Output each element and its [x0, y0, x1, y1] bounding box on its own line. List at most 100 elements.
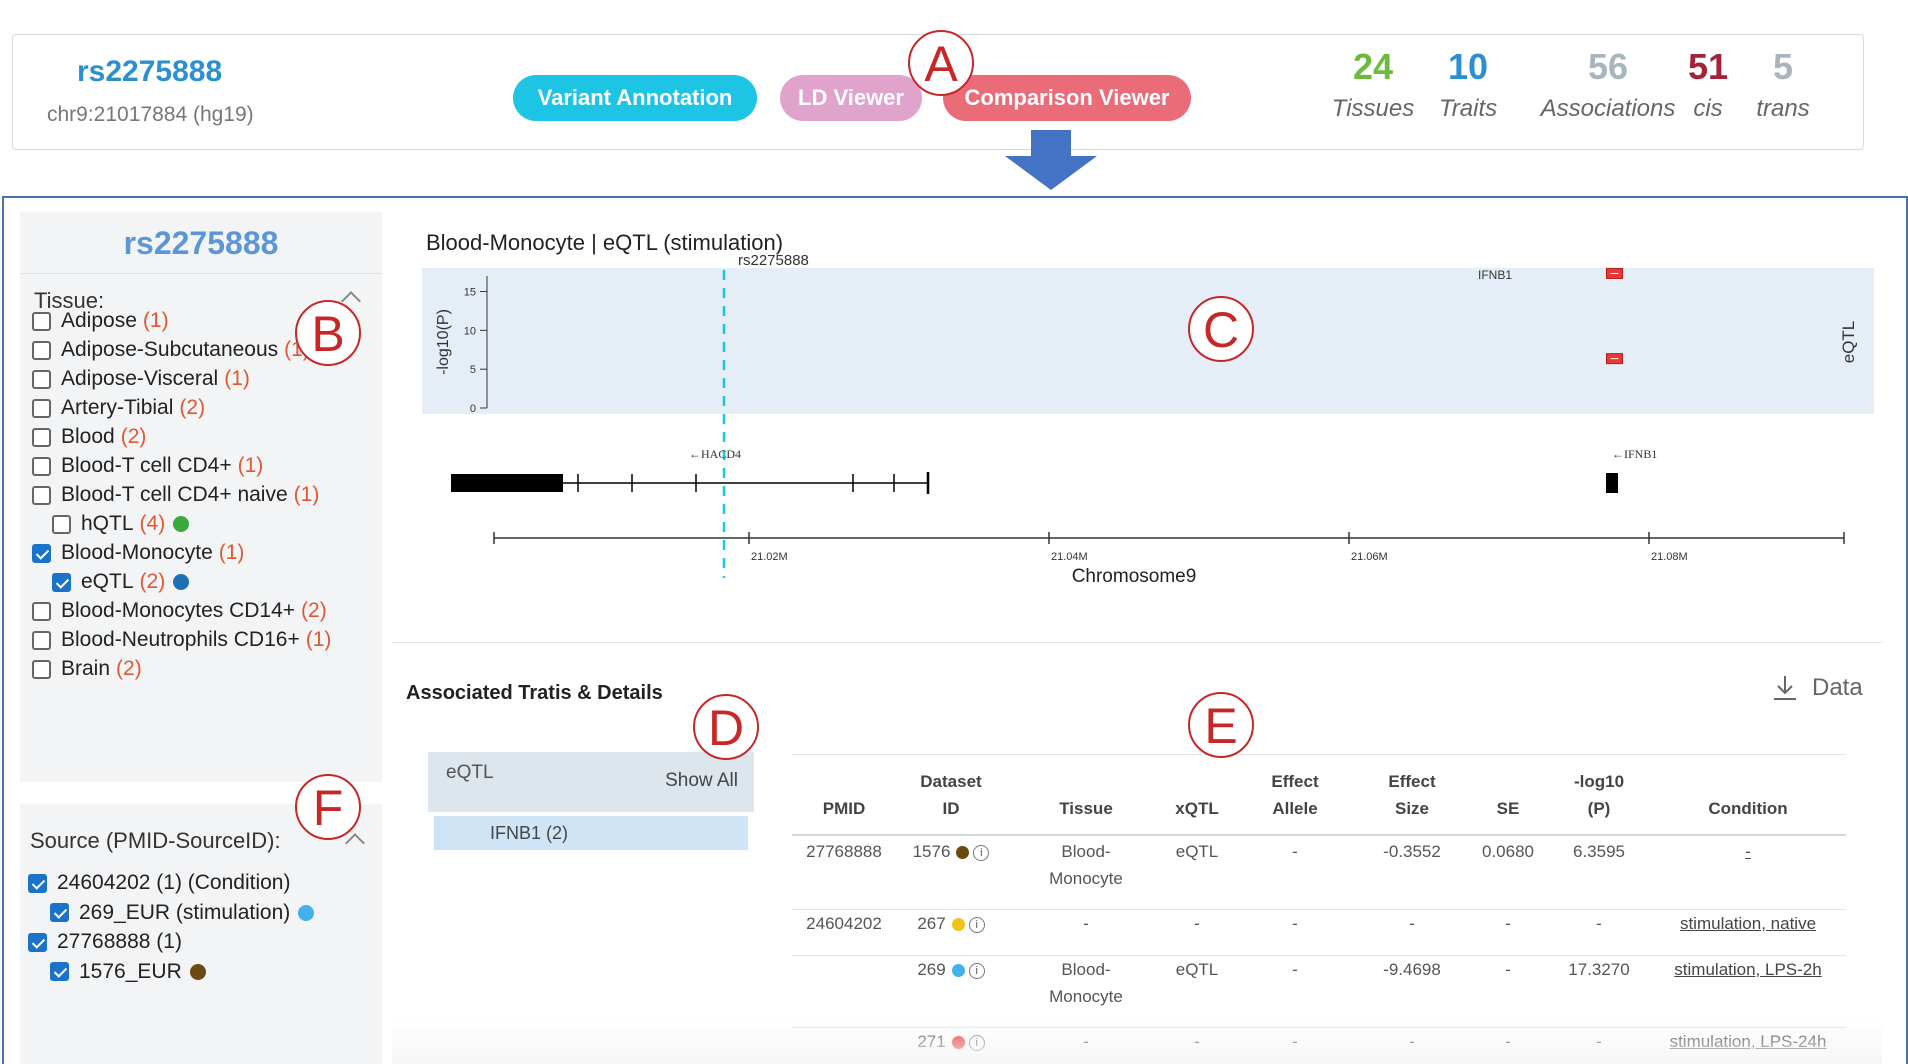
- annotation-marker-a: A: [908, 30, 974, 96]
- table-header[interactable]: PMID: [789, 795, 899, 822]
- filter-option[interactable]: hQTL (4): [52, 509, 190, 539]
- table-header[interactable]: Condition: [1648, 795, 1848, 822]
- checkbox[interactable]: [52, 572, 71, 592]
- filter-option-label: Blood-Monocyte: [61, 541, 213, 564]
- filter-option[interactable]: Adipose-Subcutaneous (1): [32, 335, 310, 365]
- filter-option[interactable]: Blood-T cell CD4+ naive (1): [32, 480, 319, 510]
- stat-tissues: 24 Tissues: [1318, 43, 1428, 123]
- table-cell-allele: -: [1292, 842, 1298, 861]
- table-cell-pmid: 24604202: [806, 914, 882, 933]
- checkbox[interactable]: [32, 340, 51, 360]
- table-cell-xqtl: eQTL: [1175, 842, 1219, 861]
- checkbox[interactable]: [32, 659, 51, 679]
- filter-option[interactable]: Blood-Neutrophils CD16+ (1): [32, 625, 331, 655]
- table-header-text: Dataset: [920, 772, 982, 791]
- variant-annotation-button[interactable]: Variant Annotation: [513, 75, 757, 121]
- filter-option[interactable]: Blood-T cell CD4+ (1): [32, 451, 263, 481]
- table-header[interactable]: Effect Allele: [1250, 768, 1340, 822]
- variant-marker-label: rs2275888: [738, 252, 809, 269]
- x-tick-label: 21.02M: [751, 551, 788, 563]
- comparison-viewer-button[interactable]: Comparison Viewer: [943, 75, 1191, 121]
- filter-option[interactable]: 269_EUR (stimulation): [50, 898, 315, 928]
- table-cell-dataset[interactable]: 1576 i: [896, 838, 1006, 865]
- stat-traits: 10 Traits: [1413, 43, 1523, 123]
- table-cell-tissue: Blood- Monocyte: [1026, 838, 1146, 892]
- show-all-button[interactable]: Show All: [665, 770, 738, 792]
- checkbox[interactable]: [32, 543, 51, 563]
- info-icon[interactable]: i: [968, 916, 985, 933]
- table-cell-se: -: [1505, 960, 1511, 979]
- table-cell-condition[interactable]: -: [1648, 838, 1848, 865]
- stat-label: Tissues: [1331, 95, 1415, 122]
- checkbox[interactable]: [32, 456, 51, 476]
- checkbox[interactable]: [32, 398, 51, 418]
- comparison-viewer-panel: rs2275888 Tissue: Adipose (1) Adipose-Subc…: [2, 196, 1908, 1064]
- section-divider: [392, 642, 1882, 643]
- checkbox[interactable]: [32, 630, 51, 650]
- ld-viewer-button[interactable]: LD Viewer: [780, 75, 922, 121]
- dataset-id-text: 269: [917, 960, 946, 979]
- gene-exon: [451, 474, 563, 492]
- filter-option[interactable]: 1576_EUR: [50, 957, 206, 987]
- checkbox[interactable]: [50, 962, 69, 981]
- download-data-button[interactable]: Data: [1772, 674, 1863, 702]
- checkbox[interactable]: [32, 427, 51, 447]
- checkbox[interactable]: [52, 514, 71, 534]
- stat-value: 5: [1772, 46, 1794, 87]
- filter-option-label: Artery-Tibial: [61, 396, 174, 419]
- color-dot-icon: [189, 963, 206, 980]
- dataset-dot-icon: [951, 918, 965, 932]
- table-header[interactable]: Tissue: [1026, 795, 1146, 822]
- filter-option-count: (2): [301, 599, 327, 622]
- table-cell-dataset[interactable]: 269 i: [896, 956, 1006, 983]
- sidebar-variant-title: rs2275888: [20, 212, 382, 274]
- table-header[interactable]: -log10 (P): [1549, 768, 1649, 822]
- variant-rsid[interactable]: rs2275888: [77, 55, 222, 89]
- source-section-title: Source (PMID-SourceID):: [30, 828, 281, 853]
- tissue-filter-sidebar: rs2275888 Tissue: Adipose (1) Adipose-Subc…: [20, 212, 382, 782]
- table-header-text: Size: [1394, 799, 1430, 818]
- filter-option-label: Blood-T cell CD4+ naive: [61, 483, 288, 506]
- checkbox[interactable]: [28, 932, 47, 952]
- checkbox[interactable]: [28, 873, 47, 893]
- stat-value: 10: [1447, 46, 1489, 87]
- filter-option[interactable]: Adipose (1): [32, 306, 169, 336]
- x-ticks: 21.02M 21.04M 21.06M 21.08M: [748, 532, 1688, 563]
- table-header[interactable]: Effect Size: [1357, 768, 1467, 822]
- filter-option[interactable]: Blood-Monocytes CD14+ (2): [32, 596, 327, 626]
- stat-label: Traits: [1438, 95, 1498, 122]
- filter-option[interactable]: Blood (2): [32, 422, 146, 452]
- chevron-up-icon[interactable]: [345, 833, 365, 853]
- table-cell-se: -: [1505, 914, 1511, 933]
- table-cell-text: Monocyte: [1049, 869, 1123, 888]
- gene-label-hacd4: ←HACD4: [689, 447, 741, 461]
- filter-option[interactable]: 27768888 (1): [28, 927, 182, 957]
- variant-coordinate: chr9:21017884 (hg19): [47, 103, 254, 126]
- table-cell-condition[interactable]: stimulation, LPS-2h: [1648, 956, 1848, 983]
- filter-option[interactable]: Artery-Tibial (2): [32, 393, 205, 423]
- down-arrow-icon: [1005, 130, 1097, 190]
- checkbox[interactable]: [32, 369, 51, 389]
- filter-option-count: (2): [116, 657, 142, 680]
- checkbox[interactable]: [50, 903, 69, 922]
- table-header[interactable]: SE: [1463, 795, 1553, 822]
- table-cell-text: Blood-: [1061, 842, 1111, 861]
- table-header-text: Effect: [1271, 772, 1319, 791]
- table-header[interactable]: Dataset ID: [896, 768, 1006, 822]
- table-cell-condition[interactable]: stimulation, native: [1648, 910, 1848, 937]
- table-header[interactable]: xQTL: [1152, 795, 1242, 822]
- checkbox[interactable]: [32, 601, 51, 621]
- filter-option-label: hQTL: [81, 512, 134, 535]
- filter-option-count: (1): [218, 541, 245, 564]
- checkbox[interactable]: [32, 485, 51, 505]
- table-cell-dataset[interactable]: 267 i: [896, 910, 1006, 937]
- filter-option[interactable]: eQTL (2): [52, 567, 190, 597]
- filter-option[interactable]: 24604202 (1) (Condition): [28, 868, 290, 898]
- trait-filter-item[interactable]: IFNB1 (2): [434, 816, 748, 850]
- checkbox[interactable]: [32, 311, 51, 331]
- filter-option[interactable]: Adipose-Visceral (1): [32, 364, 250, 394]
- filter-option[interactable]: Blood-Monocyte (1): [32, 538, 244, 568]
- info-icon[interactable]: i: [968, 962, 985, 979]
- filter-option[interactable]: Brain (2): [32, 654, 142, 684]
- info-icon[interactable]: i: [973, 844, 990, 861]
